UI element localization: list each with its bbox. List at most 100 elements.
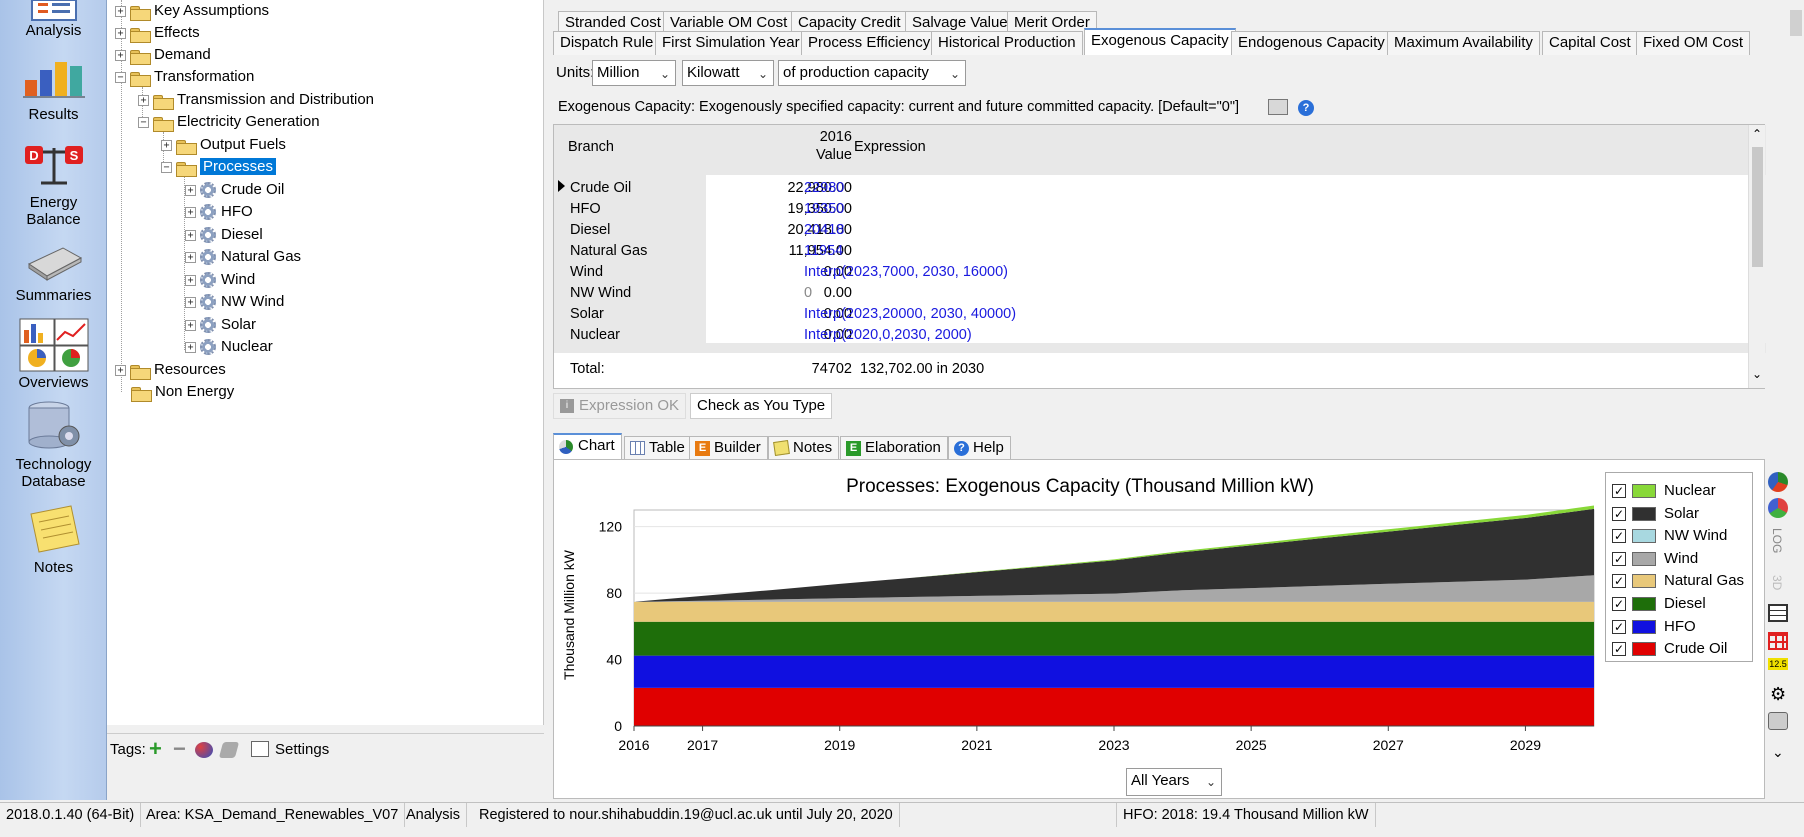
tree-node-demand[interactable]: + Demand [115,44,211,66]
legend-checkbox[interactable]: ✓ [1612,642,1626,657]
tab-endogenous-capacity[interactable]: Endogenous Capacity [1231,31,1392,55]
units-unit-select[interactable]: Kilowatt ⌄ [682,60,774,86]
area-series-hfo[interactable] [634,655,1594,688]
scroll-down-icon[interactable]: ⌄ [1752,367,1762,381]
area-series-natural-gas[interactable] [634,601,1594,622]
legend-item[interactable]: ✓ Solar [1612,504,1699,524]
tree-node-diesel[interactable]: + Diesel [185,224,263,246]
legend-checkbox[interactable]: ✓ [1612,597,1626,612]
legend-item[interactable]: ✓ NW Wind [1612,526,1727,546]
grid-branch-cell[interactable]: Natural Gas [570,241,647,262]
grid-expression-cell[interactable]: 19350 [804,199,844,220]
legend-item[interactable]: ✓ Crude Oil [1612,639,1727,659]
remove-tag-icon[interactable]: − [173,738,186,760]
tab-notes[interactable]: Notes [768,436,840,460]
expand-icon[interactable]: + [185,319,196,331]
expand-icon[interactable]: + [115,364,126,376]
legend-checkbox[interactable]: ✓ [1612,551,1626,566]
legend-item[interactable]: ✓ Diesel [1612,594,1706,614]
nav-technology-database[interactable]: Technology Database [0,400,107,490]
nav-results[interactable]: Results [0,58,107,123]
tree-node-electricity-generation[interactable]: − Electricity Generation [138,111,320,133]
tree-node-non-energy[interactable]: Non Energy [131,381,234,403]
legend-checkbox[interactable]: ✓ [1612,529,1626,544]
legend-item[interactable]: ✓ Natural Gas [1612,571,1744,591]
data-labels-icon[interactable]: 12.5 [1768,658,1788,670]
more-tools-icon[interactable]: ⌄ [1772,744,1784,761]
legend-item[interactable]: ✓ HFO [1612,617,1696,637]
column-header-branch[interactable]: Branch [568,137,614,158]
expand-icon[interactable]: + [115,5,126,17]
scroll-up-icon[interactable]: ⌃ [1752,127,1762,141]
settings-button[interactable]: Settings [275,741,329,758]
grid-expression-cell[interactable]: 22980 [804,178,844,199]
column-header-year[interactable]: 2016 [766,128,852,146]
tree-node-output-fuels[interactable]: + Output Fuels [161,134,286,156]
grid-expression-cell[interactable]: 11954 [804,241,843,262]
tab-elaboration[interactable]: E Elaboration [840,436,948,460]
expand-icon[interactable]: + [185,251,196,263]
grid-scrollbar[interactable]: ⌃ ⌄ [1748,125,1765,388]
chart-colors-icon[interactable] [1768,498,1788,518]
area-series-diesel[interactable] [634,621,1594,656]
tab-maximum-availability[interactable]: Maximum Availability [1387,31,1540,55]
3d-toggle-icon[interactable]: 3D [1770,575,1784,590]
grid-expression-cell[interactable]: Interp(2023,7000, 2030, 16000) [804,262,1008,283]
tab-builder[interactable]: E Builder [689,436,768,460]
units-scale-select[interactable]: Million ⌄ [592,60,676,86]
grid-expression-cell[interactable]: Interp(2020,0,2030, 2000) [804,325,972,346]
grid-branch-cell[interactable]: Diesel [570,220,610,241]
grid-branch-cell[interactable]: Crude Oil [570,178,631,199]
tree-node-nuclear[interactable]: + Nuclear [185,336,273,358]
legend-checkbox[interactable]: ✓ [1612,619,1626,634]
print-icon[interactable] [1768,712,1788,730]
expand-icon[interactable]: + [185,184,196,196]
tab-historical-production[interactable]: Historical Production [931,31,1083,55]
add-tag-icon[interactable]: + [149,738,162,760]
tab-table[interactable]: Table [624,436,692,460]
nav-overviews[interactable]: Overviews [0,318,107,391]
tree-node-crude-oil[interactable]: + Crude Oil [185,179,284,201]
tab-process-efficiency[interactable]: Process Efficiency [801,31,938,55]
tree-node-hfo[interactable]: + HFO [185,201,253,223]
expand-icon[interactable]: + [185,274,196,286]
area-series-crude-oil[interactable] [634,687,1594,726]
units-basis-select[interactable]: of production capacity ⌄ [778,60,966,86]
legend-checkbox[interactable]: ✓ [1612,506,1626,521]
tab-exogenous-capacity[interactable]: Exogenous Capacity [1084,28,1236,55]
tree-node-solar[interactable]: + Solar [185,314,256,336]
help-icon[interactable]: ? [1298,100,1314,116]
collapse-icon[interactable]: − [115,71,126,83]
column-header-expression[interactable]: Expression [854,137,926,158]
expand-icon[interactable]: + [115,49,126,61]
column-header-value[interactable]: Value [766,146,852,164]
tab-fixed-om-cost[interactable]: Fixed OM Cost [1636,31,1751,55]
legend-checkbox[interactable]: ✓ [1612,574,1626,589]
grid-branch-cell[interactable]: Solar [570,304,604,325]
tree-node-processes[interactable]: − Processes [161,156,277,178]
tree-node-transmission[interactable]: + Transmission and Distribution [138,89,374,111]
grid-expression-cell[interactable]: 20418 [804,220,844,241]
tree-node-transformation[interactable]: − Transformation [115,66,254,88]
grid-branch-cell[interactable]: Wind [570,262,603,283]
nav-notes[interactable]: Notes [0,504,107,576]
tree-node-effects[interactable]: + Effects [115,22,200,44]
tree-node-natural-gas[interactable]: + Natural Gas [185,246,301,268]
log-scale-icon[interactable]: LOG [1770,528,1784,553]
tag-colors-icon[interactable] [195,742,213,758]
grid-branch-cell[interactable]: HFO [570,199,601,220]
legend-toggle-icon[interactable] [1768,604,1788,622]
axis-settings-icon[interactable]: ⚙ [1770,684,1786,705]
nav-summaries[interactable]: Summaries [0,244,107,304]
expand-icon[interactable]: + [161,139,172,151]
check-as-you-type-toggle[interactable]: Check as You Type [690,393,833,419]
legend-item[interactable]: ✓ Nuclear [1612,481,1716,501]
grid-toggle-icon[interactable] [1768,632,1788,650]
expand-icon[interactable]: + [115,27,126,39]
expand-icon[interactable]: + [185,206,196,218]
grid-expression-cell[interactable]: 0 [804,283,812,304]
grid-branch-cell[interactable]: NW Wind [570,283,631,304]
chart-type-icon[interactable] [1768,472,1788,492]
tab-first-simulation-year[interactable]: First Simulation Year [655,31,807,55]
edit-note-icon[interactable] [1268,99,1288,115]
